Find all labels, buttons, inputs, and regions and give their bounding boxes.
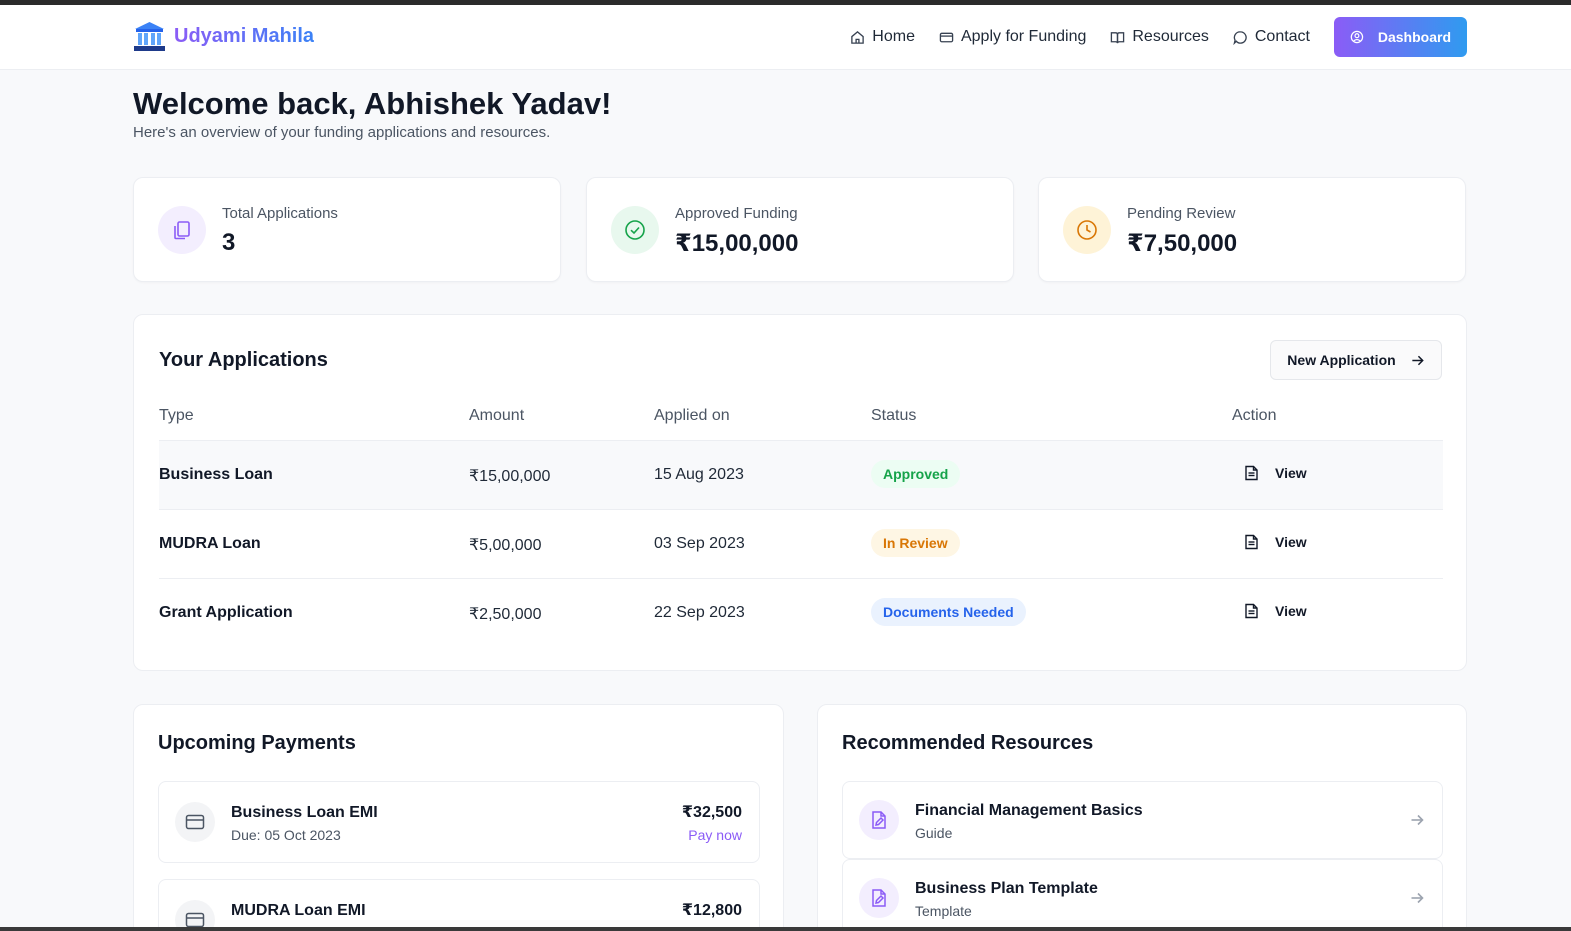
status-badge: Documents Needed: [871, 598, 1026, 626]
file-edit-icon: [859, 800, 899, 840]
cell-type: Business Loan: [159, 466, 273, 483]
stat-value: ₹15,00,000: [675, 230, 799, 257]
status-badge: Approved: [871, 460, 961, 488]
window-bottom-border: [0, 927, 1571, 931]
stat-card-total-applications: Total Applications 3: [133, 177, 561, 282]
chat-icon: [1233, 30, 1247, 45]
cell-type: MUDRA Loan: [159, 535, 261, 552]
main-nav: Home Apply for Funding Resources Contact…: [850, 17, 1467, 57]
payment-amount: ₹12,800: [681, 902, 742, 919]
stat-card-approved-funding: Approved Funding ₹15,00,000: [586, 177, 1014, 282]
stat-label: Pending Review: [1127, 205, 1236, 222]
file-edit-icon: [859, 878, 899, 918]
cell-amount: ₹2,50,000: [469, 606, 542, 623]
arrow-right-icon: [1411, 814, 1424, 826]
brand-name: Udyami Mahila: [174, 25, 315, 47]
page-title: Welcome back, Abhishek Yadav!: [133, 86, 612, 121]
stat-label: Total Applications: [222, 205, 338, 222]
home-icon: [851, 30, 865, 44]
resource-type: Template: [915, 903, 972, 919]
applications-title: Your Applications: [159, 349, 328, 371]
resource-title: Financial Management Basics: [915, 802, 1143, 819]
document-icon: [1245, 603, 1258, 619]
cell-type: Grant Application: [159, 604, 293, 621]
view-label: View: [1275, 603, 1307, 619]
nav-home-label: Home: [872, 28, 915, 45]
column-header-amount: Amount: [469, 407, 525, 424]
resource-item[interactable]: Business Plan Template Template: [842, 859, 1443, 931]
brand-logo[interactable]: Udyami Mahila: [133, 20, 314, 53]
payments-title: Upcoming Payments: [158, 732, 356, 754]
nav-contact-label: Contact: [1254, 28, 1310, 45]
cell-date: 03 Sep 2023: [654, 535, 745, 552]
new-application-button[interactable]: New Application: [1270, 340, 1442, 380]
stat-value: ₹7,50,000: [1127, 230, 1238, 257]
view-button[interactable]: View: [1244, 534, 1307, 550]
stat-card-pending-review: Pending Review ₹7,50,000: [1038, 177, 1466, 282]
cell-date: 15 Aug 2023: [654, 466, 744, 483]
bank-icon: [134, 22, 165, 51]
user-circle-icon: [1350, 30, 1364, 44]
resource-type: Guide: [915, 825, 953, 841]
pay-now-link[interactable]: Pay now: [688, 827, 742, 843]
cell-amount: ₹5,00,000: [469, 537, 542, 554]
view-label: View: [1275, 534, 1307, 550]
resource-item[interactable]: Financial Management Basics Guide: [842, 781, 1443, 859]
credit-card-icon: [175, 802, 215, 842]
payment-name: MUDRA Loan EMI: [231, 902, 366, 919]
book-icon: [1111, 31, 1125, 43]
arrow-right-icon: [1412, 355, 1424, 365]
resource-title: Business Plan Template: [915, 880, 1098, 897]
view-button[interactable]: View: [1244, 465, 1307, 481]
nav-apply-label: Apply for Funding: [960, 28, 1087, 45]
document-icon: [1245, 465, 1258, 481]
upcoming-payments-card: Upcoming Payments Business Loan EMI Due:…: [133, 704, 784, 931]
cell-date: 22 Sep 2023: [654, 604, 745, 621]
column-header-status: Status: [871, 407, 917, 424]
table-header: Type Amount Applied on Status Action: [159, 407, 1443, 441]
payment-amount: ₹32,500: [681, 804, 742, 821]
table-row: Business Loan ₹15,00,000 15 Aug 2023 App…: [159, 441, 1443, 510]
column-header-type: Type: [159, 407, 194, 424]
clock-icon: [1063, 206, 1111, 254]
stat-value: 3: [222, 229, 236, 256]
payment-item: Business Loan EMI Due: 05 Oct 2023 ₹32,5…: [158, 781, 760, 863]
nav-resources-label: Resources: [1132, 28, 1209, 45]
documents-icon: [158, 206, 206, 254]
resources-title: Recommended Resources: [842, 732, 1094, 754]
column-header-action: Action: [1232, 407, 1277, 424]
payment-item: MUDRA Loan EMI ₹12,800: [158, 879, 760, 931]
table-row: MUDRA Loan ₹5,00,000 03 Sep 2023 In Revi…: [159, 510, 1443, 579]
welcome-section: Welcome back, Abhishek Yadav! Here's an …: [133, 86, 611, 141]
nav-home[interactable]: Home: [850, 17, 915, 57]
check-circle-icon: [611, 206, 659, 254]
recommended-resources-card: Recommended Resources Financial Manageme…: [817, 704, 1467, 931]
view-button[interactable]: View: [1244, 603, 1307, 619]
page-subtitle: Here's an overview of your funding appli…: [133, 124, 551, 141]
dashboard-button[interactable]: Dashboard: [1334, 17, 1467, 57]
table-row: Grant Application ₹2,50,000 22 Sep 2023 …: [159, 579, 1443, 648]
payment-due-date: Due: 05 Oct 2023: [231, 827, 341, 843]
view-label: View: [1275, 465, 1307, 481]
nav-resources[interactable]: Resources: [1110, 17, 1209, 57]
new-application-label: New Application: [1287, 352, 1396, 368]
cell-amount: ₹15,00,000: [469, 468, 551, 485]
dashboard-label: Dashboard: [1377, 29, 1451, 45]
payment-name: Business Loan EMI: [231, 804, 378, 821]
stat-label: Approved Funding: [675, 205, 798, 222]
document-icon: [1245, 534, 1258, 550]
nav-contact[interactable]: Contact: [1233, 17, 1310, 57]
top-navbar: Udyami Mahila Home Apply for Funding Res…: [0, 5, 1571, 70]
status-badge: In Review: [871, 529, 960, 557]
arrow-right-icon: [1411, 892, 1424, 904]
column-header-applied-on: Applied on: [654, 407, 730, 424]
nav-apply-for-funding[interactable]: Apply for Funding: [939, 17, 1086, 57]
applications-card: Your Applications New Application Type A…: [133, 314, 1467, 671]
credit-card-icon: [939, 32, 954, 42]
